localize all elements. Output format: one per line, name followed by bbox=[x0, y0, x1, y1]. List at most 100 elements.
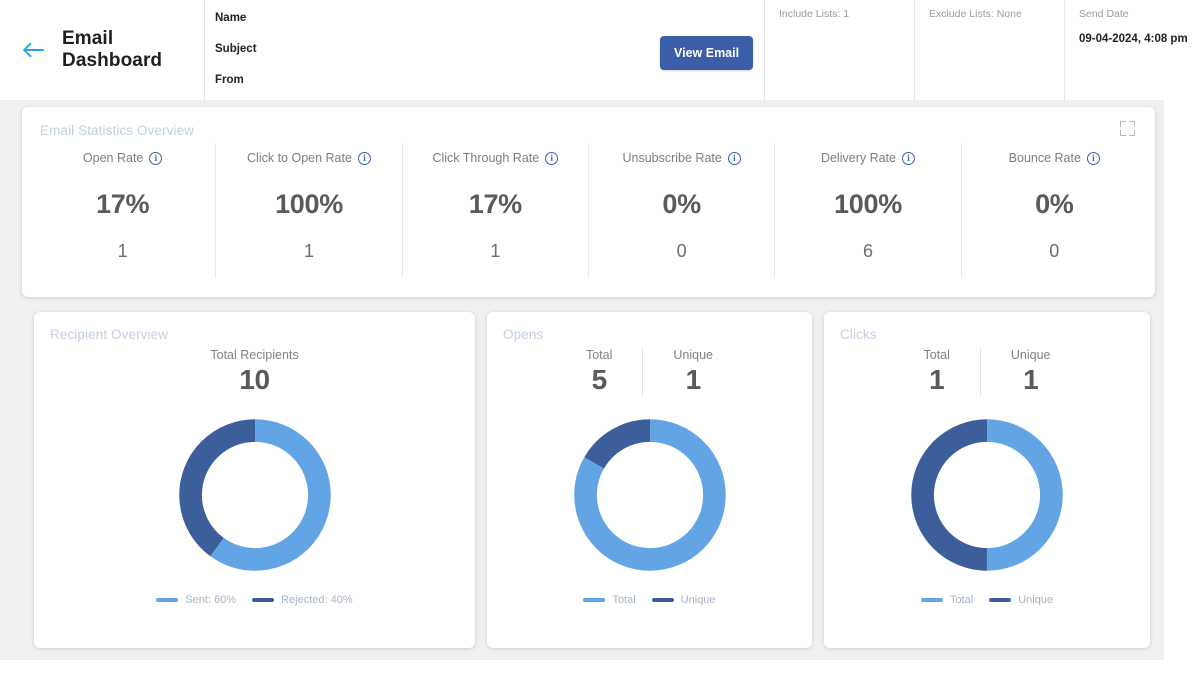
opens-unique-kpi: Unique 1 bbox=[642, 348, 743, 396]
clicks-total-kpi: Total 1 bbox=[893, 348, 979, 396]
meta-field-name: Name bbox=[215, 12, 247, 24]
kpi-label: Total bbox=[923, 348, 950, 362]
dashboard-content: Email Statistics Overview Open Rate i 17… bbox=[0, 100, 1164, 660]
info-icon[interactable]: i bbox=[149, 151, 163, 165]
recipient-legend: Sent: 60% Rejected: 40% bbox=[34, 594, 475, 606]
stat-label-text: Open Rate bbox=[82, 151, 144, 165]
info-icon[interactable]: i bbox=[357, 151, 371, 165]
opens-total-kpi: Total 5 bbox=[556, 348, 642, 396]
legend-swatch-unique bbox=[651, 598, 674, 602]
page-header: Email Dashboard Name Subject From View E… bbox=[0, 0, 1200, 100]
info-icon[interactable]: i bbox=[901, 151, 915, 165]
info-icon[interactable]: i bbox=[545, 151, 559, 165]
legend-item-total[interactable]: Total bbox=[920, 594, 974, 606]
kpi-value: 1 bbox=[1023, 364, 1039, 395]
clicks-legend: Total Unique bbox=[824, 594, 1150, 606]
header-send-date: Send Date 09-04-2024, 4:08 pm bbox=[1065, 0, 1200, 100]
stat-count: 1 bbox=[303, 241, 314, 261]
stat-value: 0% bbox=[1035, 189, 1074, 219]
stat-label: Bounce Rate i bbox=[962, 149, 1147, 167]
stat-value: 17% bbox=[96, 189, 150, 219]
stat-label-text: Bounce Rate bbox=[1008, 151, 1081, 165]
stat-label-text: Click Through Rate bbox=[432, 151, 540, 165]
arrow-left-icon[interactable] bbox=[22, 42, 44, 58]
recipient-kpi-row: Total Recipients 10 bbox=[34, 348, 475, 396]
legend-swatch-total bbox=[583, 598, 606, 602]
clicks-card-header: Clicks bbox=[824, 312, 1150, 342]
header-include-lists: Include Lists: 1 bbox=[765, 0, 915, 100]
stat-label: Click Through Rate i bbox=[403, 149, 588, 167]
info-icon[interactable]: i bbox=[727, 151, 741, 165]
recipient-donut-wrap bbox=[34, 410, 475, 580]
exclude-lists-text: Exclude Lists: None bbox=[929, 8, 1022, 20]
stat-count: 0 bbox=[1049, 241, 1060, 261]
opens-donut-wrap bbox=[487, 410, 812, 580]
clicks-unique-kpi: Unique 1 bbox=[979, 348, 1081, 396]
send-date-label: Send Date bbox=[1079, 8, 1129, 20]
legend-item-unique[interactable]: Unique bbox=[989, 594, 1053, 606]
recipient-card-header: Recipient Overview bbox=[34, 312, 475, 342]
stat-label: Click to Open Rate i bbox=[216, 149, 401, 167]
stat-delivery-rate: Delivery Rate i 100% 6 bbox=[775, 143, 962, 278]
opens-legend: Total Unique bbox=[487, 594, 812, 606]
fullscreen-expand-icon[interactable] bbox=[1120, 121, 1135, 136]
statistics-card-title: Email Statistics Overview bbox=[40, 123, 195, 138]
legend-label-total: Total bbox=[949, 594, 974, 606]
clicks-card-title: Clicks bbox=[840, 327, 877, 342]
opens-kpi-row: Total 5 Unique 1 bbox=[487, 348, 812, 396]
stat-count: 0 bbox=[676, 241, 687, 261]
legend-swatch-rejected bbox=[252, 598, 275, 602]
recipient-card-title: Recipient Overview bbox=[50, 327, 169, 342]
stat-label: Open Rate i bbox=[30, 149, 215, 167]
stat-label: Delivery Rate i bbox=[775, 149, 960, 167]
info-icon[interactable]: i bbox=[1086, 151, 1100, 165]
stat-label: Unsubscribe Rate i bbox=[589, 149, 774, 167]
kpi-label: Total bbox=[585, 348, 613, 362]
clicks-kpi-row: Total 1 Unique 1 bbox=[824, 348, 1150, 396]
stat-value: 0% bbox=[662, 189, 701, 219]
stat-count: 6 bbox=[862, 241, 873, 261]
legend-label-unique: Unique bbox=[1018, 594, 1054, 606]
opens-donut-chart bbox=[573, 419, 726, 571]
clicks-card: Clicks Total 1 Unique 1 Total Unique bbox=[824, 312, 1150, 648]
clicks-donut-wrap bbox=[824, 410, 1150, 580]
stat-value: 100% bbox=[834, 189, 902, 219]
kpi-value: 10 bbox=[239, 364, 270, 395]
stat-open-rate: Open Rate i 17% 1 bbox=[30, 143, 217, 278]
send-date-value: 09-04-2024, 4:08 pm bbox=[1079, 33, 1188, 45]
kpi-value: 1 bbox=[685, 364, 702, 395]
statistics-row: Open Rate i 17% 1 Click to Open Rate i 1… bbox=[22, 143, 1155, 278]
legend-item-total[interactable]: Total bbox=[583, 594, 636, 606]
legend-swatch-total bbox=[920, 598, 943, 602]
stat-label-text: Unsubscribe Rate bbox=[622, 151, 722, 165]
header-email-meta: Name Subject From View Email bbox=[205, 0, 765, 100]
kpi-label: Total Recipients bbox=[210, 348, 299, 362]
legend-label-unique: Unique bbox=[680, 594, 716, 606]
page-title: Email Dashboard bbox=[62, 28, 163, 71]
stat-value: 100% bbox=[275, 189, 343, 219]
recipient-donut-chart bbox=[178, 419, 331, 571]
kpi-label: Unique bbox=[673, 348, 714, 362]
legend-label-rejected: Rejected: 40% bbox=[281, 594, 353, 606]
stat-label-text: Delivery Rate bbox=[820, 151, 896, 165]
legend-item-rejected[interactable]: Rejected: 40% bbox=[252, 594, 353, 606]
legend-item-unique[interactable]: Unique bbox=[651, 594, 716, 606]
kpi-label: Unique bbox=[1010, 348, 1051, 362]
stat-count: 1 bbox=[490, 241, 501, 261]
view-email-button[interactable]: View Email bbox=[660, 36, 754, 70]
stat-value: 17% bbox=[468, 189, 522, 219]
email-statistics-card: Email Statistics Overview Open Rate i 17… bbox=[22, 107, 1155, 297]
opens-card: Opens Total 5 Unique 1 Total Unique bbox=[487, 312, 812, 648]
stat-label-text: Click to Open Rate bbox=[247, 151, 352, 165]
total-recipients-kpi: Total Recipients 10 bbox=[210, 348, 298, 396]
stat-bounce-rate: Bounce Rate i 0% 0 bbox=[962, 143, 1147, 278]
stat-count: 1 bbox=[117, 241, 128, 261]
kpi-value: 1 bbox=[929, 364, 945, 395]
legend-label-total: Total bbox=[612, 594, 636, 606]
header-title-cell: Email Dashboard bbox=[0, 0, 205, 100]
email-dashboard-page: Email Dashboard Name Subject From View E… bbox=[0, 0, 1200, 687]
opens-card-title: Opens bbox=[503, 327, 544, 342]
meta-field-from: From bbox=[215, 74, 244, 86]
legend-swatch-sent bbox=[156, 598, 179, 602]
legend-item-sent[interactable]: Sent: 60% bbox=[156, 594, 236, 606]
